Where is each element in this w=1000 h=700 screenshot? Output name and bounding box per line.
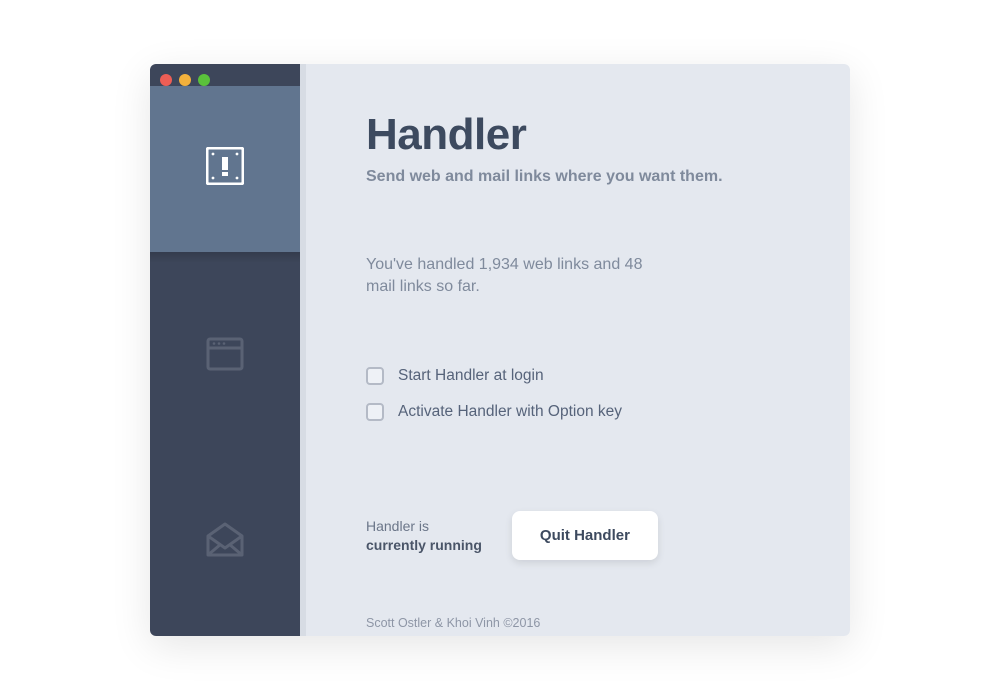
app-window: Handler Send web and mail links where yo… — [150, 64, 850, 636]
option-activate-option-key[interactable]: Activate Handler with Option key — [366, 403, 790, 421]
app-subtitle: Send web and mail links where you want t… — [366, 168, 790, 186]
content-area: Handler Send web and mail links where yo… — [300, 64, 850, 636]
sidebar — [150, 64, 300, 636]
close-window-button[interactable] — [160, 74, 172, 86]
sidebar-item-mail[interactable] — [150, 450, 300, 636]
window-controls — [150, 64, 300, 86]
status-row: Handler is currently running Quit Handle… — [366, 511, 790, 560]
credits-text: Scott Ostler & Khoi Vinh ©2016 — [366, 616, 790, 630]
sidebar-item-general[interactable] — [150, 86, 300, 252]
window-icon — [206, 335, 244, 378]
options-group: Start Handler at login Activate Handler … — [366, 367, 790, 439]
minimize-window-button[interactable] — [179, 74, 191, 86]
app-icon — [206, 147, 244, 190]
option-start-at-login[interactable]: Start Handler at login — [366, 367, 790, 385]
mail-icon — [205, 522, 245, 563]
status-state: currently running — [366, 537, 482, 553]
option-label: Start Handler at login — [398, 367, 544, 385]
quit-button[interactable]: Quit Handler — [512, 511, 658, 560]
general-panel: Handler Send web and mail links where yo… — [306, 64, 850, 636]
status-prefix: Handler is — [366, 518, 429, 534]
sidebar-item-web[interactable] — [150, 263, 300, 449]
status-text: Handler is currently running — [366, 517, 482, 555]
checkbox-activate-option-key[interactable] — [366, 403, 384, 421]
zoom-window-button[interactable] — [198, 74, 210, 86]
app-title: Handler — [366, 110, 790, 160]
checkbox-start-at-login[interactable] — [366, 367, 384, 385]
stats-text: You've handled 1,934 web links and 48 ma… — [366, 254, 646, 297]
option-label: Activate Handler with Option key — [398, 403, 622, 421]
